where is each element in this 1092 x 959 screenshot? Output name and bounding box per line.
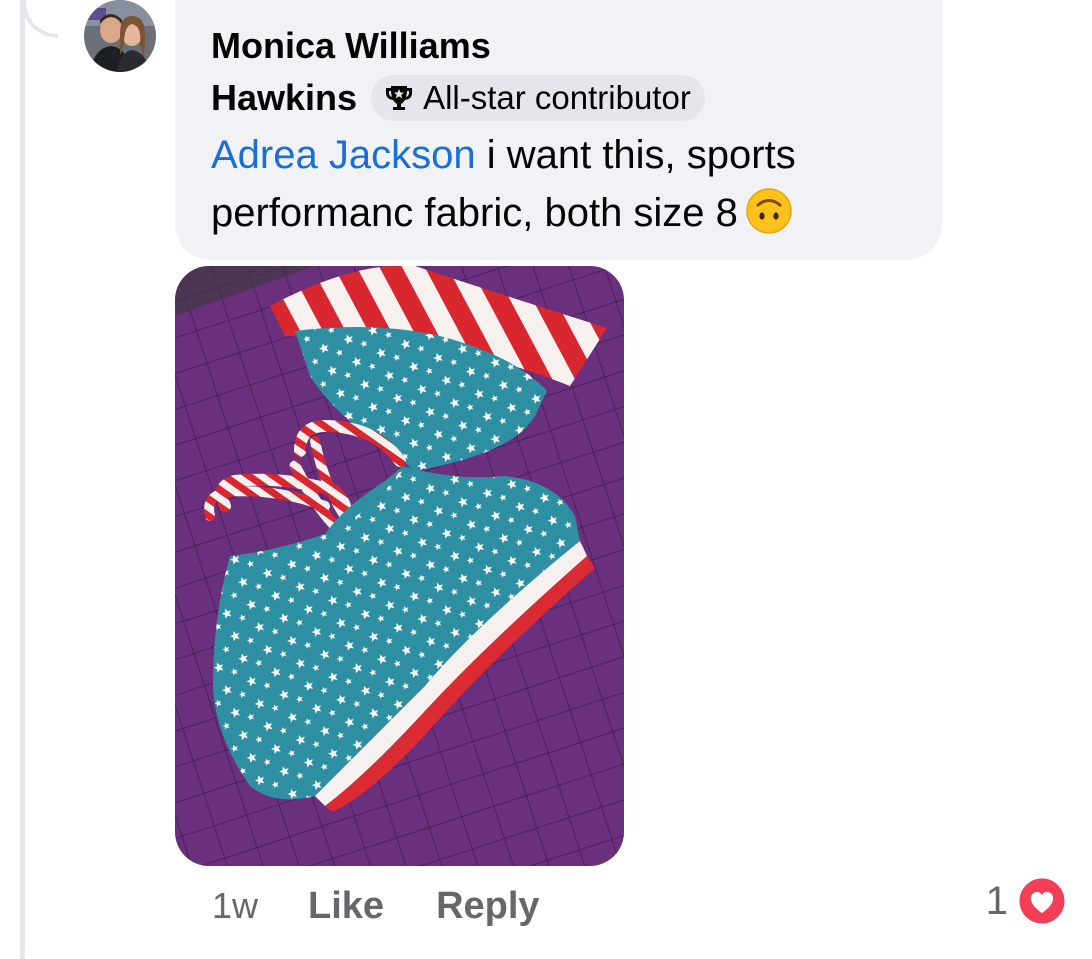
love-reaction-icon — [1016, 875, 1068, 927]
author-name-continued[interactable]: Hawkins — [211, 72, 357, 124]
all-star-badge[interactable]: All-star contributor — [371, 75, 705, 121]
avatar[interactable] — [84, 0, 156, 72]
comment-bubble: Monica Williams Hawkins All-star contrib… — [175, 0, 942, 260]
comment-actions: 1w Like Reply — [212, 878, 592, 934]
like-button[interactable]: Like — [308, 885, 384, 928]
thread-line — [20, 0, 25, 959]
reply-button[interactable]: Reply — [436, 885, 539, 928]
trophy-icon — [386, 86, 413, 110]
thread-connector — [22, 0, 58, 38]
mention-link[interactable]: Adrea Jackson — [211, 133, 476, 177]
sports-bra-photo — [175, 266, 624, 866]
timestamp[interactable]: 1w — [212, 885, 258, 927]
comment-text: Adrea Jackson i want this, sports perfor… — [211, 126, 906, 242]
badge-label: All-star contributor — [423, 79, 691, 116]
avatar-photo — [84, 0, 156, 72]
author-name[interactable]: Monica Williams — [211, 20, 906, 72]
reaction-count: 1 — [985, 878, 1008, 923]
photo-attachment[interactable] — [175, 266, 624, 866]
reaction-summary[interactable]: 1 — [986, 874, 1068, 928]
upside-down-face-emoji — [746, 188, 792, 234]
